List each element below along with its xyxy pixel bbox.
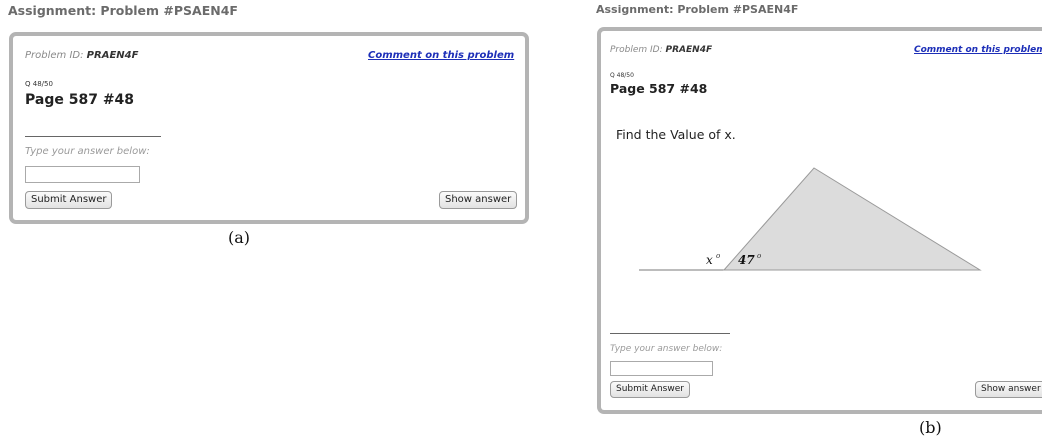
answer-divider bbox=[25, 136, 161, 137]
caption-b: (b) bbox=[919, 418, 942, 437]
submit-answer-button-b[interactable]: Submit Answer bbox=[610, 381, 690, 398]
answer-divider-b bbox=[610, 333, 730, 334]
answer-label-b: Type your answer below: bbox=[610, 344, 723, 354]
angle-47-degree: o bbox=[757, 252, 761, 260]
caption-a: (a) bbox=[228, 228, 251, 247]
page-title: Page 587 #48 bbox=[25, 92, 135, 108]
problem-box-b: Problem ID: PRAEN4F Comment on this prob… bbox=[597, 27, 1042, 414]
angle-47-label: 47 bbox=[738, 253, 755, 267]
comment-link[interactable]: Comment on this problem bbox=[368, 50, 514, 61]
problem-box: Problem ID: PRAEN4F Comment on this prob… bbox=[9, 32, 529, 224]
answer-input-b[interactable] bbox=[610, 361, 713, 376]
problem-id-value: PRAEN4F bbox=[86, 50, 139, 61]
show-answer-button[interactable]: Show answer bbox=[439, 191, 518, 209]
angle-x-label: x bbox=[706, 253, 713, 267]
question-number: Q 48/50 bbox=[25, 80, 53, 88]
problem-id: Problem ID: PRAEN4F bbox=[25, 50, 138, 61]
problem-id-label: Problem ID: bbox=[25, 50, 84, 61]
assignment-title-b: Assignment: Problem #PSAEN4F bbox=[596, 3, 799, 16]
triangle-shape bbox=[722, 167, 982, 271]
answer-label: Type your answer below: bbox=[25, 146, 150, 157]
triangle-figure: x o 47 o bbox=[639, 167, 982, 271]
assignment-title: Assignment: Problem #PSAEN4F bbox=[8, 3, 238, 18]
answer-input[interactable] bbox=[25, 166, 140, 183]
angle-x-degree: o bbox=[716, 252, 720, 260]
submit-answer-button[interactable]: Submit Answer bbox=[25, 191, 113, 209]
show-answer-button-b[interactable]: Show answer bbox=[975, 381, 1042, 398]
